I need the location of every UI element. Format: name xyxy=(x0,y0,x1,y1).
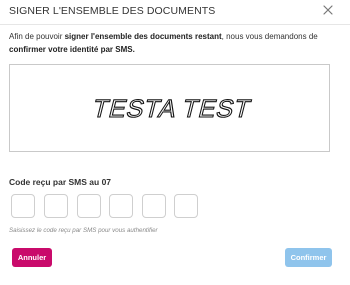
sms-digit-2[interactable] xyxy=(44,194,68,218)
signature-drawing: TESTA TEST xyxy=(89,95,255,124)
close-icon[interactable] xyxy=(321,3,335,17)
signature-text: TESTA TEST xyxy=(90,95,255,123)
cancel-button[interactable]: Annuler xyxy=(12,248,52,267)
intro-bold-2: confirmer votre identité par SMS. xyxy=(9,45,135,54)
sms-code-label: Code reçu par SMS au 07 xyxy=(9,177,112,187)
confirm-button[interactable]: Confirmer xyxy=(285,248,332,267)
sms-digit-5[interactable] xyxy=(142,194,166,218)
dialog-header: SIGNER L'ENSEMBLE DES DOCUMENTS xyxy=(0,0,350,25)
intro-part3: , nous vous demandons de xyxy=(221,32,318,41)
sms-digit-6[interactable] xyxy=(174,194,198,218)
sms-digit-3[interactable] xyxy=(77,194,101,218)
dialog-title: SIGNER L'ENSEMBLE DES DOCUMENTS xyxy=(9,5,216,17)
signature-pad[interactable]: TESTA TEST xyxy=(9,64,330,152)
intro-bold-1: signer l'ensemble des documents restant xyxy=(64,32,222,41)
intro-text: Afin de pouvoir signer l'ensemble des do… xyxy=(9,30,344,56)
sms-digit-1[interactable] xyxy=(11,194,35,218)
sms-digit-4[interactable] xyxy=(109,194,133,218)
sms-hint: Saisissez le code reçu par SMS pour vous… xyxy=(9,227,158,234)
intro-part1: Afin de pouvoir xyxy=(9,32,65,41)
